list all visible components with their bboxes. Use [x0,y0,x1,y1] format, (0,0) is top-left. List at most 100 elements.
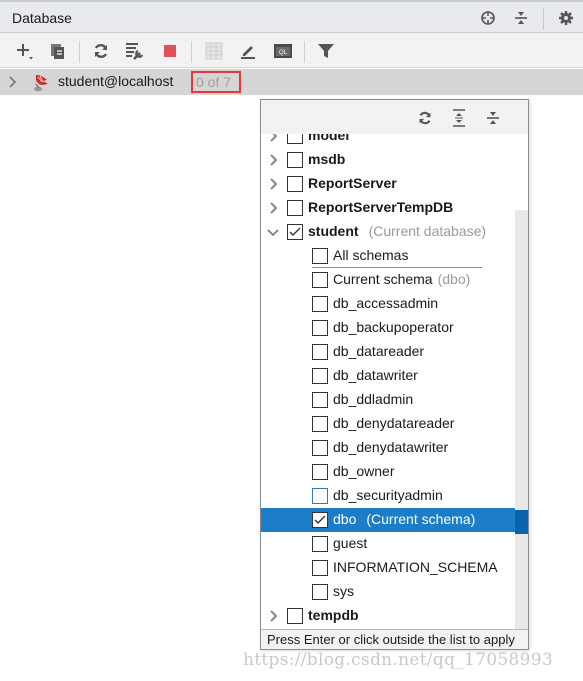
collapse-all-icon [487,112,499,124]
schema-item[interactable]: db_accessadmin [261,292,528,316]
schema-list: model msdb ReportServer ReportServerTempDB s… [261,134,528,629]
item-label: dbo (Current schema) [333,511,475,527]
collapse-all-icon[interactable] [511,8,531,28]
popup-refresh-button[interactable] [415,108,435,128]
datasource-tree-row[interactable]: student@localhost 0 of 7 [0,69,583,95]
item-label: ReportServerTempDB [308,199,453,215]
schema-count-badge[interactable]: 0 of 7 [191,71,241,93]
item-label: model [308,134,349,143]
checkbox-checked[interactable] [312,512,328,528]
item-name: db_denydatawriter [333,439,449,455]
watermark: https://blog.csdn.net/qq_17058993 [243,650,553,670]
item-name: guest [333,535,368,551]
datasource-properties-button[interactable] [124,40,146,62]
popup-expand-all-button[interactable] [449,108,469,128]
popup-collapse-all-button[interactable] [483,108,503,128]
datasource-label[interactable]: student@localhost [58,73,173,89]
sql-console-button[interactable]: QL [272,40,294,62]
database-item[interactable]: student (Current database) [261,220,528,244]
item-name: dbo [333,511,357,527]
schema-item[interactable]: Current schema (dbo) [261,268,528,292]
checkbox[interactable] [312,296,328,312]
item-label: sys [333,583,354,599]
database-item[interactable]: msdb [261,148,528,172]
svg-text:QL: QL [279,50,288,56]
item-label: ReportServer [308,175,397,191]
filter-button[interactable] [315,40,337,62]
duplicate-button[interactable] [47,40,69,62]
checkbox[interactable] [312,368,328,384]
add-datasource-button[interactable] [14,40,36,62]
item-name: db_denydatareader [333,415,455,431]
edit-button[interactable] [237,40,259,62]
chevron-right-icon[interactable] [266,153,280,167]
item-note: (Current schema) [366,511,476,527]
chevron-right-icon[interactable] [6,75,20,89]
checkbox[interactable] [312,392,328,408]
item-note: (dbo) [437,271,471,287]
item-label: Current schema (dbo) [333,271,470,287]
chevron-right-icon[interactable] [266,609,280,623]
gear-icon[interactable] [556,8,576,28]
schema-item[interactable]: db_datareader [261,340,528,364]
item-name: student [308,223,359,239]
db-wrench-icon [126,43,144,60]
schema-item[interactable]: dbo (Current schema) [261,508,528,532]
scrollbar-track[interactable] [515,210,528,629]
database-item[interactable]: ReportServerTempDB [261,196,528,220]
schema-item[interactable]: All schemas [261,244,528,268]
schema-item[interactable]: db_ddladmin [261,388,528,412]
schema-item[interactable]: INFORMATION_SCHEMA [261,556,528,580]
chevron-right-icon[interactable] [266,177,280,191]
chevron-down-icon[interactable] [266,225,280,239]
table-view-button[interactable] [203,40,225,62]
refresh-button[interactable] [90,40,112,62]
item-label: db_backupoperator [333,319,454,335]
schema-item[interactable]: guest [261,532,528,556]
schema-item[interactable]: db_datawriter [261,364,528,388]
schema-item[interactable]: sys [261,580,528,604]
item-name: db_ddladmin [333,391,414,407]
copy-icon [51,44,64,59]
checkbox[interactable] [287,608,303,624]
checkbox[interactable] [312,440,328,456]
sql-icon: QL [274,44,292,58]
database-item[interactable]: ReportServer [261,172,528,196]
database-item[interactable]: model [261,134,528,148]
sql-server-icon [34,75,48,92]
schema-item[interactable]: db_backupoperator [261,316,528,340]
tool-window-title: Database [12,10,72,26]
toolbar: QL [0,33,583,68]
checkbox[interactable] [312,272,328,288]
schema-item[interactable]: db_denydatawriter [261,436,528,460]
item-label: db_ddladmin [333,391,413,407]
checkbox[interactable] [312,488,328,504]
checkbox-checked[interactable] [287,224,303,240]
database-item[interactable]: tempdb [261,604,528,628]
checkbox[interactable] [312,320,328,336]
checkbox[interactable] [312,536,328,552]
checkbox[interactable] [312,584,328,600]
scrollbar-thumb[interactable] [515,510,528,534]
locate-icon[interactable] [478,8,498,28]
item-label: db_owner [333,463,395,479]
item-note: (Current database) [368,223,487,239]
stop-button[interactable] [159,40,181,62]
checkbox[interactable] [287,134,303,144]
checkbox[interactable] [287,200,303,216]
checkbox[interactable] [287,176,303,192]
checkbox[interactable] [312,416,328,432]
schema-item[interactable]: db_denydatareader [261,412,528,436]
schema-item[interactable]: db_securityadmin [261,484,528,508]
chevron-right-icon[interactable] [266,134,280,143]
checkbox[interactable] [312,560,328,576]
item-label: student (Current database) [308,223,486,239]
item-label: tempdb [308,607,359,623]
checkbox[interactable] [312,344,328,360]
checkbox[interactable] [312,464,328,480]
checkbox[interactable] [287,152,303,168]
item-name: db_accessadmin [333,295,439,311]
schema-item[interactable]: db_owner [261,460,528,484]
chevron-right-icon[interactable] [266,201,280,215]
checkbox[interactable] [312,248,328,264]
